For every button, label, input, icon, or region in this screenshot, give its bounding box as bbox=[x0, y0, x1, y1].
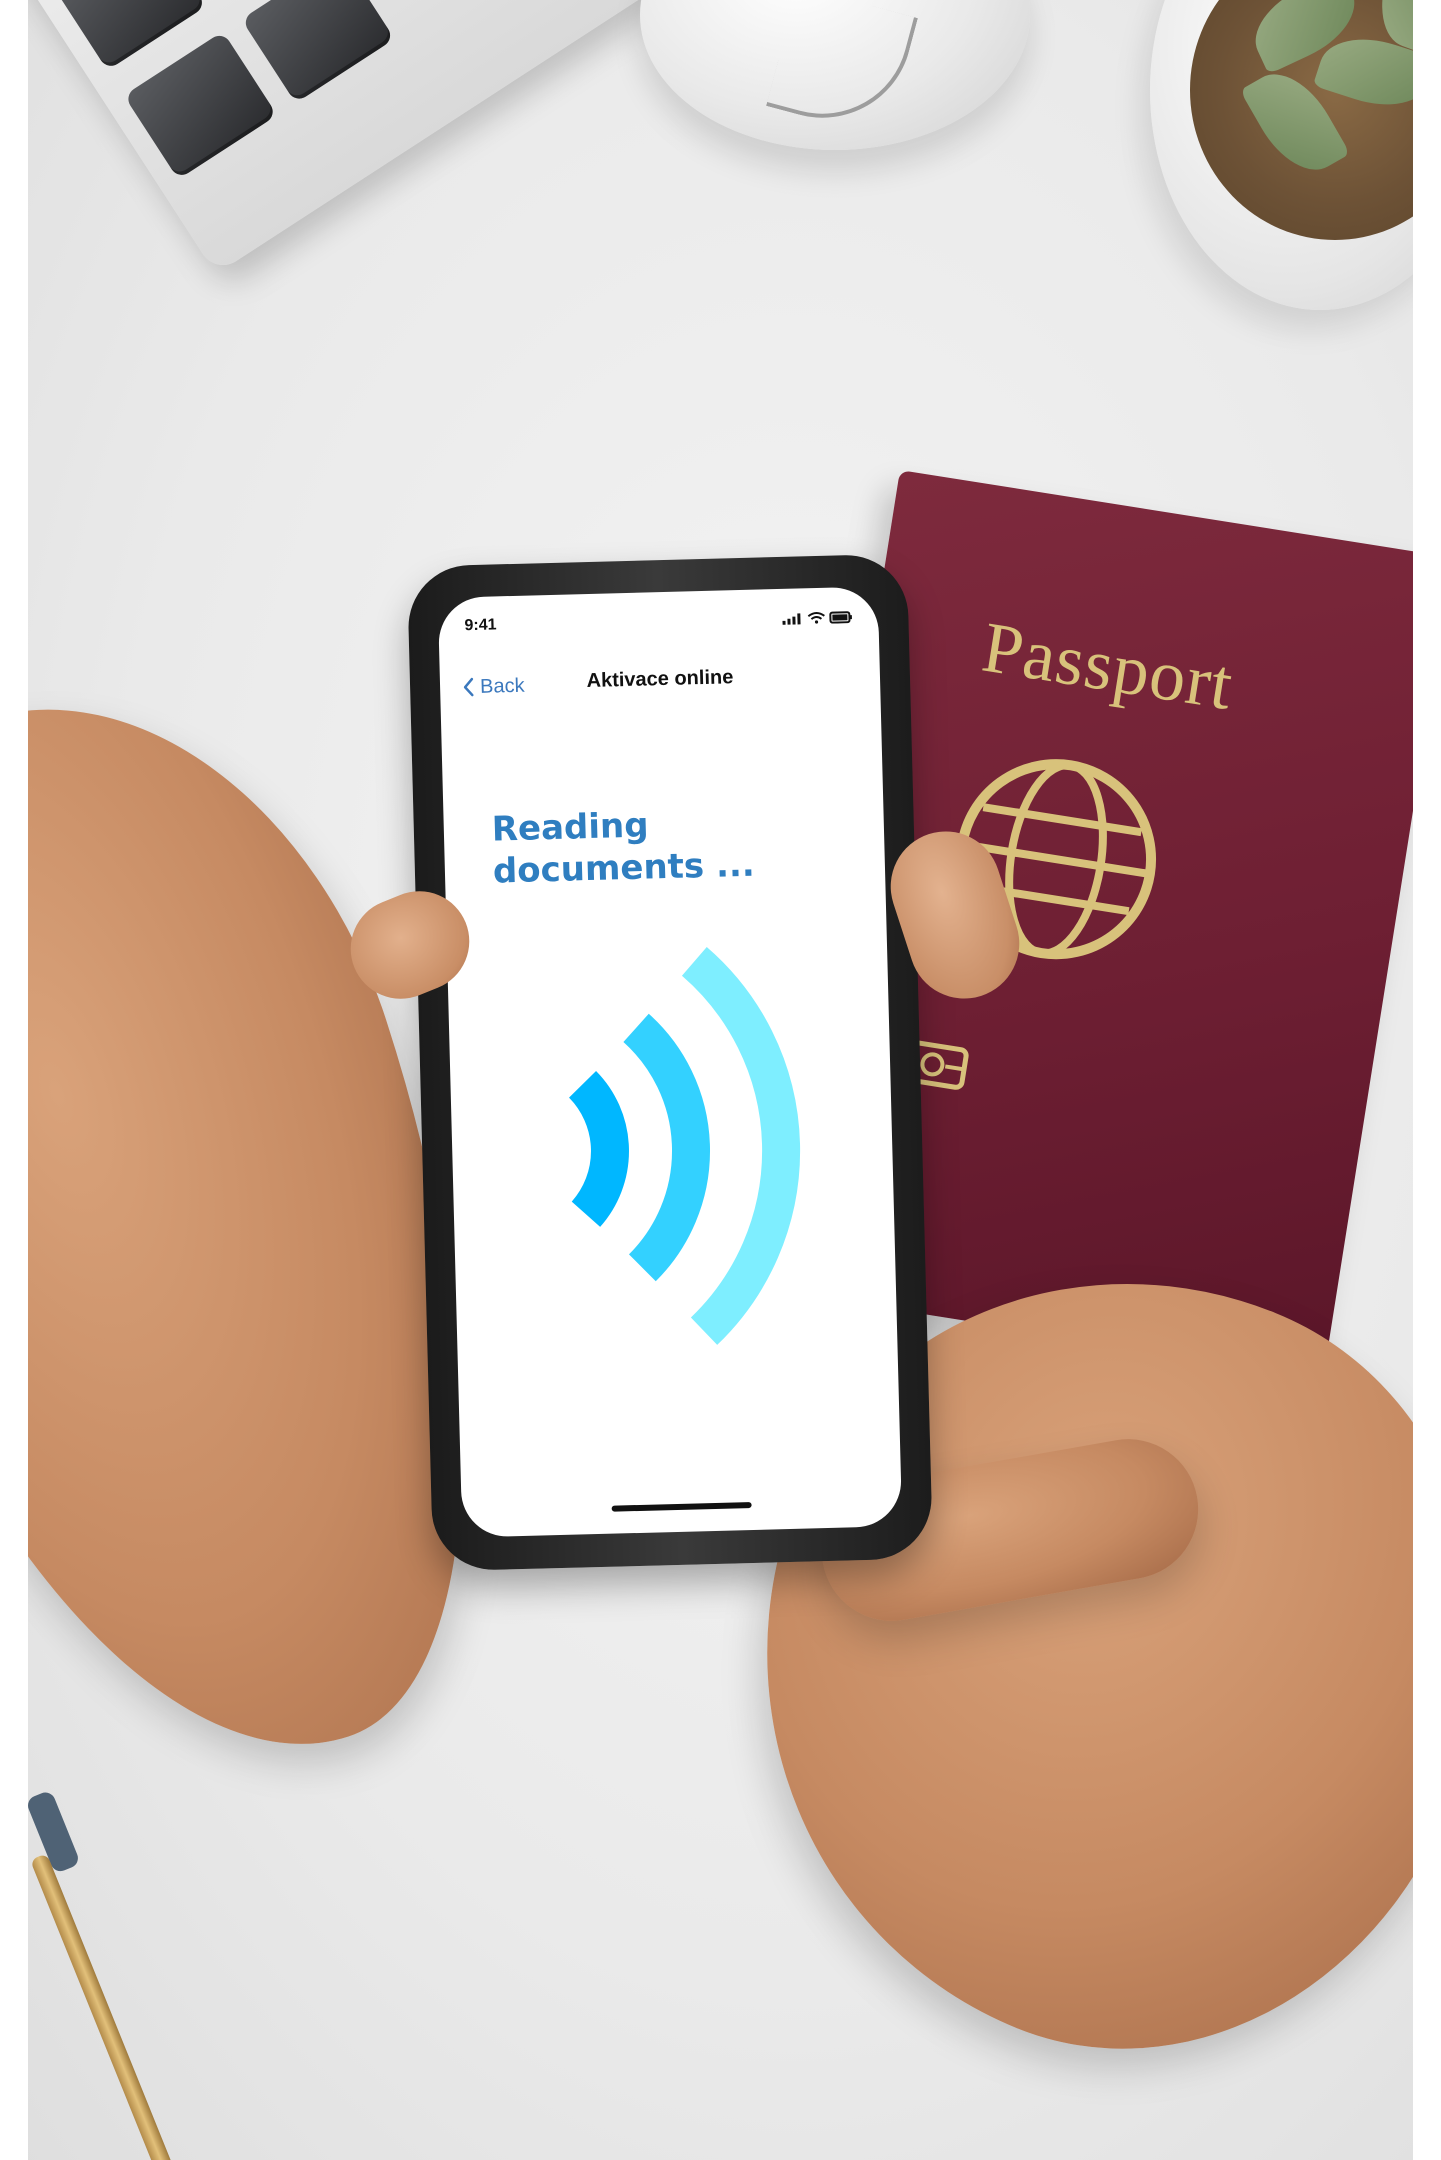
smartphone: 9:41 Back Aktivace online Reading docume… bbox=[406, 553, 934, 1572]
status-bar: 9:41 bbox=[438, 586, 879, 651]
home-indicator[interactable] bbox=[611, 1502, 752, 1512]
navigation-bar: Back Aktivace online bbox=[439, 646, 880, 717]
screen-title: Aktivace online bbox=[586, 666, 734, 693]
wifi-icon bbox=[807, 612, 825, 624]
battery-icon bbox=[829, 611, 852, 624]
keyboard bbox=[0, 0, 713, 316]
left-edge-strip bbox=[0, 0, 28, 2160]
nfc-waves-icon bbox=[568, 946, 801, 1345]
pen bbox=[30, 1853, 205, 2160]
reading-status-heading: Reading documents ... bbox=[491, 805, 756, 892]
passport-title: Passport bbox=[977, 606, 1239, 726]
status-time: 9:41 bbox=[464, 616, 497, 635]
status-icons bbox=[782, 611, 852, 625]
desk-scene: Passport 9:41 Back Aktivace online Readi… bbox=[0, 0, 1441, 2160]
signal-icon bbox=[782, 613, 801, 625]
right-edge-strip bbox=[1413, 0, 1441, 2160]
phone-screen: 9:41 Back Aktivace online Reading docume… bbox=[437, 586, 903, 1538]
